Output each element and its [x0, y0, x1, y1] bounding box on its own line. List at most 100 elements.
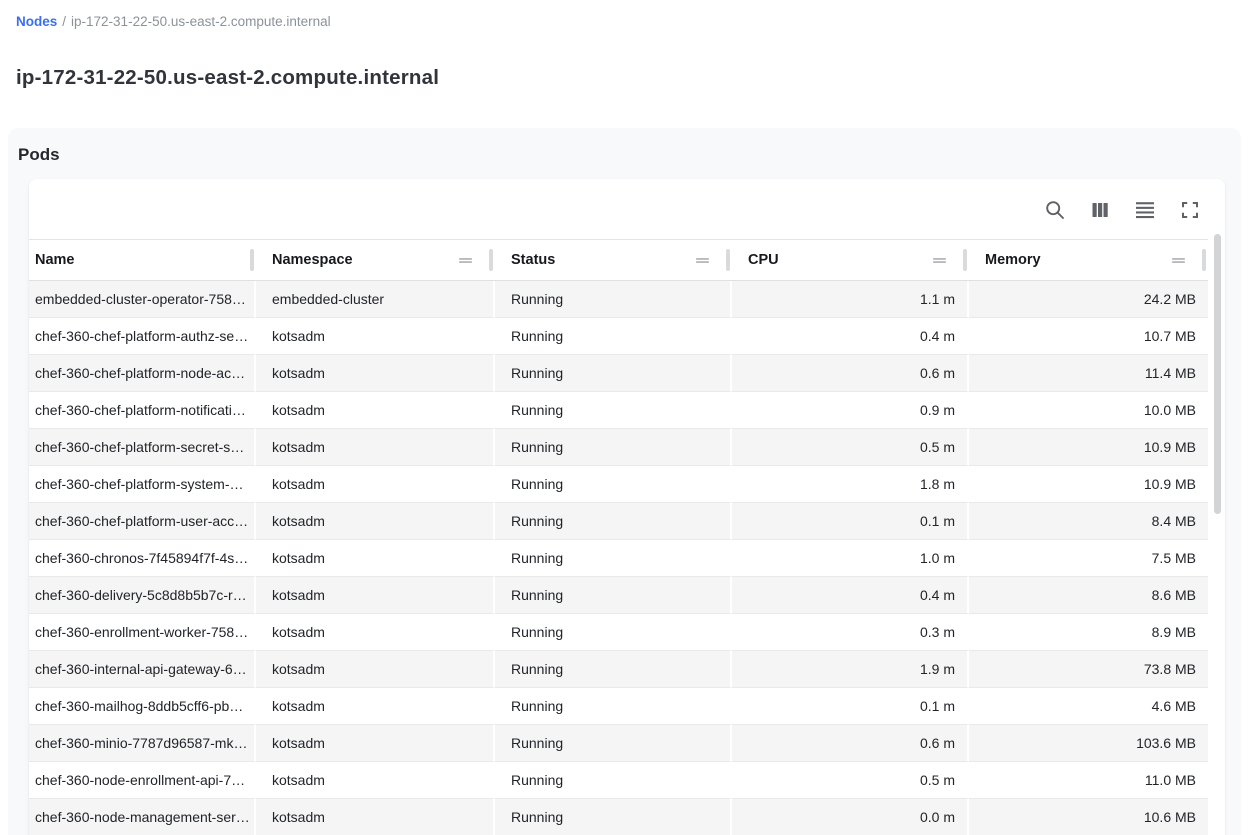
cell-memory: 10.7 MB [969, 318, 1208, 355]
cell-status: Running [495, 281, 732, 318]
pods-table: Name Namespace Status [29, 239, 1208, 835]
cell-namespace: kotsadm [256, 577, 495, 614]
cell-cpu: 0.6 m [732, 725, 969, 762]
cell-name: chef-360-node-management-ser… [29, 799, 256, 835]
column-drag-handle-icon[interactable] [456, 251, 475, 270]
cell-memory: 10.0 MB [969, 392, 1208, 429]
column-header-cpu[interactable]: CPU [732, 240, 969, 281]
column-resize-handle[interactable] [489, 249, 493, 271]
column-resize-handle[interactable] [1202, 249, 1206, 271]
cell-namespace: kotsadm [256, 651, 495, 688]
cell-namespace: embedded-cluster [256, 281, 495, 318]
toggle-density-icon [1133, 198, 1157, 222]
column-header-name[interactable]: Name [29, 240, 256, 281]
cell-memory: 11.4 MB [969, 355, 1208, 392]
cell-name: chef-360-minio-7787d96587-mk… [29, 725, 256, 762]
cell-status: Running [495, 725, 732, 762]
cell-cpu: 1.8 m [732, 466, 969, 503]
cell-memory: 73.8 MB [969, 651, 1208, 688]
cell-status: Running [495, 651, 732, 688]
breadcrumb: Nodes / ip-172-31-22-50.us-east-2.comput… [0, 0, 1259, 29]
column-resize-handle[interactable] [963, 249, 967, 271]
cell-name: chef-360-chef-platform-node-ac… [29, 355, 256, 392]
cell-status: Running [495, 614, 732, 651]
column-header-namespace[interactable]: Namespace [256, 240, 495, 281]
column-header-label: Memory [985, 252, 1041, 268]
cell-namespace: kotsadm [256, 466, 495, 503]
cell-status: Running [495, 429, 732, 466]
cell-cpu: 0.6 m [732, 355, 969, 392]
cell-memory: 24.2 MB [969, 281, 1208, 318]
pod-row: chef-360-chef-platform-authz-se…kotsadmR… [29, 318, 1208, 355]
cell-cpu: 0.1 m [732, 503, 969, 540]
cell-namespace: kotsadm [256, 762, 495, 799]
cell-status: Running [495, 762, 732, 799]
toggle-density-button[interactable] [1130, 195, 1160, 225]
cell-memory: 8.6 MB [969, 577, 1208, 614]
cell-name: chef-360-chef-platform-secret-s… [29, 429, 256, 466]
pod-row: chef-360-enrollment-worker-758…kotsadmRu… [29, 614, 1208, 651]
breadcrumb-link-nodes[interactable]: Nodes [16, 14, 57, 29]
table-toolbar [29, 179, 1225, 239]
cell-status: Running [495, 503, 732, 540]
cell-status: Running [495, 577, 732, 614]
column-header-label: Name [35, 252, 75, 268]
column-header-memory[interactable]: Memory [969, 240, 1208, 281]
pod-row: chef-360-mailhog-8ddb5cff6-pb…kotsadmRun… [29, 688, 1208, 725]
pod-row: chef-360-chef-platform-user-acc…kotsadmR… [29, 503, 1208, 540]
toggle-fullscreen-button[interactable] [1175, 195, 1205, 225]
cell-cpu: 0.1 m [732, 688, 969, 725]
cell-status: Running [495, 466, 732, 503]
column-resize-handle[interactable] [250, 249, 254, 271]
cell-name: chef-360-chronos-7f45894f7f-4s… [29, 540, 256, 577]
pod-row: chef-360-chef-platform-secret-s…kotsadmR… [29, 429, 1208, 466]
cell-status: Running [495, 318, 732, 355]
column-header-status[interactable]: Status [495, 240, 732, 281]
cell-memory: 8.4 MB [969, 503, 1208, 540]
cell-name: chef-360-node-enrollment-api-7… [29, 762, 256, 799]
pod-row: chef-360-node-management-ser…kotsadmRunn… [29, 799, 1208, 835]
pods-card-title: Pods [18, 145, 1225, 165]
cell-memory: 10.9 MB [969, 466, 1208, 503]
cell-status: Running [495, 540, 732, 577]
pods-card: Pods [8, 128, 1241, 835]
cell-cpu: 0.9 m [732, 392, 969, 429]
column-header-label: Namespace [272, 252, 353, 268]
cell-memory: 103.6 MB [969, 725, 1208, 762]
cell-name: chef-360-mailhog-8ddb5cff6-pb… [29, 688, 256, 725]
cell-status: Running [495, 392, 732, 429]
cell-name: chef-360-chef-platform-system-… [29, 466, 256, 503]
pod-row: chef-360-chronos-7f45894f7f-4s…kotsadmRu… [29, 540, 1208, 577]
column-drag-handle-icon[interactable] [1169, 251, 1188, 270]
cell-namespace: kotsadm [256, 540, 495, 577]
search-button[interactable] [1040, 195, 1070, 225]
pod-row: embedded-cluster-operator-758…embedded-c… [29, 281, 1208, 318]
cell-status: Running [495, 688, 732, 725]
column-resize-handle[interactable] [726, 249, 730, 271]
cell-cpu: 0.0 m [732, 799, 969, 835]
page-title: ip-172-31-22-50.us-east-2.compute.intern… [16, 66, 1243, 90]
cell-name: chef-360-chef-platform-notificati… [29, 392, 256, 429]
cell-namespace: kotsadm [256, 392, 495, 429]
cell-namespace: kotsadm [256, 429, 495, 466]
pod-row: chef-360-internal-api-gateway-6…kotsadmR… [29, 651, 1208, 688]
cell-cpu: 0.3 m [732, 614, 969, 651]
vertical-scrollbar-thumb[interactable] [1214, 234, 1221, 514]
column-drag-handle-icon[interactable] [930, 251, 949, 270]
search-icon [1043, 198, 1067, 222]
column-header-label: CPU [748, 252, 779, 268]
cell-name: chef-360-chef-platform-user-acc… [29, 503, 256, 540]
column-drag-handle-icon[interactable] [693, 251, 712, 270]
toggle-fullscreen-icon [1178, 198, 1202, 222]
cell-cpu: 1.0 m [732, 540, 969, 577]
cell-name: embedded-cluster-operator-758… [29, 281, 256, 318]
show-hide-columns-icon [1088, 198, 1112, 222]
pod-row: chef-360-delivery-5c8d8b5b7c-r…kotsadmRu… [29, 577, 1208, 614]
cell-memory: 8.9 MB [969, 614, 1208, 651]
table-header-row: Name Namespace Status [29, 240, 1208, 281]
show-hide-columns-button[interactable] [1085, 195, 1115, 225]
cell-namespace: kotsadm [256, 355, 495, 392]
cell-namespace: kotsadm [256, 799, 495, 835]
pod-row: chef-360-minio-7787d96587-mk…kotsadmRunn… [29, 725, 1208, 762]
cell-name: chef-360-enrollment-worker-758… [29, 614, 256, 651]
